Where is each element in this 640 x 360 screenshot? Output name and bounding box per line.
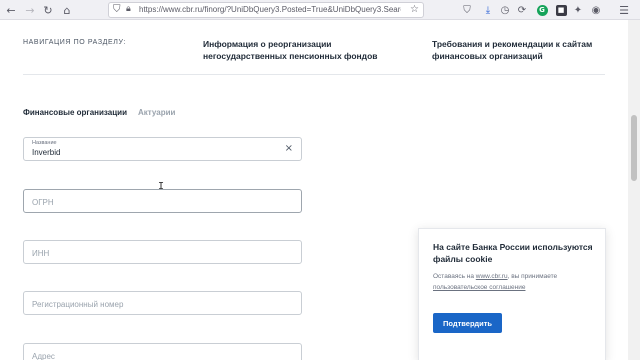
nav-label: НАВИГАЦИЯ ПО РАЗДЕЛУ: bbox=[23, 39, 126, 46]
address-placeholder: Адрес bbox=[32, 352, 55, 360]
name-field-value[interactable]: Inverbid bbox=[32, 148, 60, 157]
bookmark-star-icon[interactable]: ☆ bbox=[410, 4, 419, 15]
extension-icon[interactable]: ✦ bbox=[571, 3, 585, 17]
cookie-site-link[interactable]: www.cbr.ru bbox=[476, 273, 508, 280]
nav-link-requirements[interactable]: Требования и рекомендации к сайтам финан… bbox=[432, 38, 622, 62]
text-cursor-icon: I bbox=[158, 181, 165, 192]
inn-field[interactable]: ИНН bbox=[23, 240, 302, 264]
download-icon[interactable]: ⤓ bbox=[481, 3, 495, 17]
shield-icon[interactable]: ⛉ bbox=[113, 4, 121, 15]
address-bar[interactable]: ⛉ 🔒︎ https://www.cbr.ru/finorg/?UniDbQue… bbox=[108, 2, 424, 18]
account-icon[interactable]: ◉ bbox=[589, 3, 603, 17]
cookie-agreement-link[interactable]: пользовательское соглашение bbox=[433, 284, 525, 291]
browser-toolbar: ← → ↻ ⌂ ⛉ 🔒︎ https://www.cbr.ru/finorg/?… bbox=[0, 0, 640, 20]
back-icon[interactable]: ← bbox=[4, 3, 18, 17]
confirm-button[interactable]: Подтвердить bbox=[433, 313, 502, 333]
divider bbox=[23, 74, 605, 75]
name-field-label: Название bbox=[32, 140, 57, 146]
extension-dark-icon[interactable]: ■ bbox=[554, 3, 568, 17]
cookie-text: Оставаясь на www.cbr.ru, вы принимаете п… bbox=[433, 271, 597, 293]
url-text[interactable]: https://www.cbr.ru/finorg/?UniDbQuery3.P… bbox=[139, 5, 401, 14]
cookie-text-before: Оставаясь на bbox=[433, 273, 476, 280]
cookie-text-after: , вы принимаете bbox=[507, 273, 558, 280]
forward-icon[interactable]: → bbox=[23, 3, 37, 17]
menu-icon[interactable]: ☰ bbox=[617, 3, 631, 17]
registration-number-placeholder: Регистрационный номер bbox=[32, 300, 124, 309]
address-field[interactable]: Адрес bbox=[23, 343, 302, 360]
ogrn-placeholder: ОГРН bbox=[32, 198, 54, 207]
tab-actuaries[interactable]: Актуарии bbox=[138, 108, 175, 117]
extension-green-icon[interactable]: G bbox=[535, 3, 549, 17]
sync-icon[interactable]: ⟳ bbox=[515, 3, 529, 17]
history-icon[interactable]: ◷ bbox=[498, 3, 512, 17]
registration-number-field[interactable]: Регистрационный номер bbox=[23, 291, 302, 315]
cookie-title: На сайте Банка России используются файлы… bbox=[433, 242, 593, 264]
ogrn-field[interactable]: ОГРН bbox=[23, 189, 302, 213]
pocket-icon[interactable]: ⛉ bbox=[460, 3, 474, 17]
lock-icon[interactable]: 🔒︎ bbox=[126, 4, 131, 14]
scrollbar[interactable] bbox=[628, 20, 640, 360]
reload-icon[interactable]: ↻ bbox=[41, 3, 55, 17]
page-content: НАВИГАЦИЯ ПО РАЗДЕЛУ: Информация о реорг… bbox=[0, 20, 628, 360]
scrollbar-thumb[interactable] bbox=[631, 115, 637, 181]
tab-financial-organizations[interactable]: Финансовые организации bbox=[23, 108, 127, 117]
cookie-popup: На сайте Банка России используются файлы… bbox=[418, 228, 606, 360]
inn-placeholder: ИНН bbox=[32, 249, 50, 258]
name-field[interactable]: Название Inverbid × bbox=[23, 137, 302, 161]
nav-link-reorganization[interactable]: Информация о реорганизации негосударстве… bbox=[203, 38, 403, 62]
clear-icon[interactable]: × bbox=[285, 143, 293, 154]
home-icon[interactable]: ⌂ bbox=[60, 3, 74, 17]
